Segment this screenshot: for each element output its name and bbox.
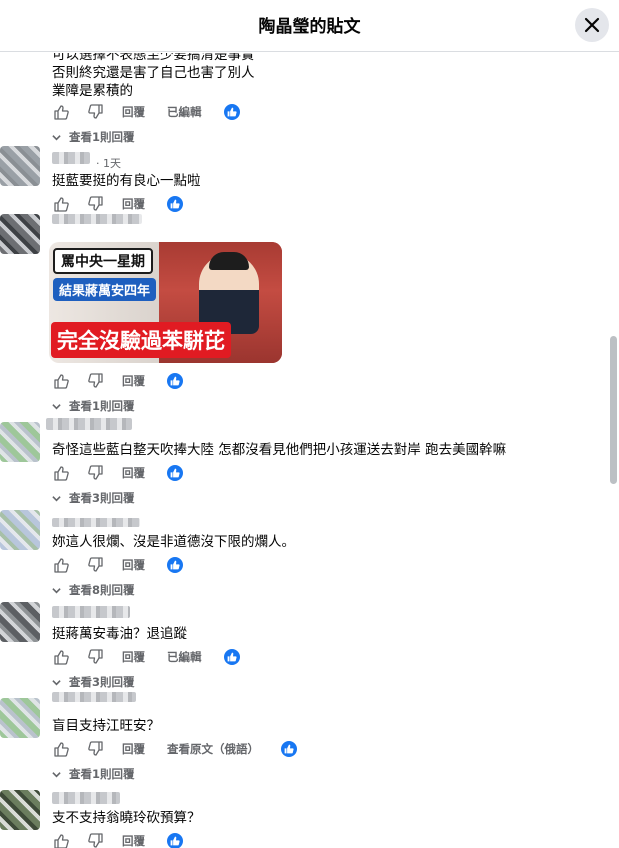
image-caption: 完全沒驗過苯駢芘: [51, 322, 231, 358]
like-reaction-icon[interactable]: [167, 557, 183, 573]
chevron-down-icon: [52, 587, 61, 593]
comment-time-label: 1天: [103, 157, 121, 170]
thumbs-up-icon[interactable]: [52, 740, 70, 758]
commenter-name[interactable]: [52, 214, 142, 224]
reply-button[interactable]: 回覆: [122, 196, 145, 212]
thumbs-up-icon[interactable]: [52, 464, 70, 482]
comment-text: 妳這人很爛、沒是非道德沒下限的爛人。: [52, 534, 295, 550]
reply-button[interactable]: 回覆: [122, 373, 145, 389]
reply-button[interactable]: 回覆: [122, 833, 145, 848]
thumbs-down-icon[interactable]: [87, 740, 105, 758]
thumbs-up-icon[interactable]: [52, 832, 70, 848]
chevron-down-icon: [52, 495, 61, 501]
avatar[interactable]: [0, 698, 40, 738]
thumbs-down-icon[interactable]: [87, 103, 105, 121]
comment-time[interactable]: · 1天: [96, 155, 121, 171]
thumbs-up-icon[interactable]: [52, 372, 70, 390]
view-replies-link[interactable]: 查看3則回覆: [52, 490, 135, 506]
comment-text: 奇怪這些藍白整天吹捧大陸 怎都沒看見他們把小孩運送去對岸 跑去美國幹嘛: [52, 442, 507, 458]
view-replies-label: 查看1則回覆: [69, 767, 135, 781]
thumbs-up-icon[interactable]: [52, 648, 70, 666]
reply-button[interactable]: 回覆: [122, 649, 145, 665]
comment-actions: 回覆: [52, 464, 183, 482]
like-reaction-icon[interactable]: [281, 741, 297, 757]
reply-button[interactable]: 回覆: [122, 465, 145, 481]
reply-button[interactable]: 回覆: [122, 741, 145, 757]
comment-text: 挺蔣萬安毒油？退追蹤: [52, 626, 187, 642]
like-reaction-icon[interactable]: [167, 465, 183, 481]
comment-line: 業障是累積的: [52, 83, 133, 99]
image-caption: 結果蔣萬安四年: [53, 278, 157, 301]
avatar[interactable]: [0, 790, 40, 830]
view-replies-label: 查看3則回覆: [69, 491, 135, 505]
avatar[interactable]: [0, 146, 40, 186]
like-reaction-icon[interactable]: [167, 833, 183, 848]
edited-label: 已編輯: [167, 650, 202, 664]
edited-label: 已編輯: [167, 105, 202, 119]
thumbs-up-icon[interactable]: [52, 556, 70, 574]
commenter-name[interactable]: [52, 692, 136, 702]
view-replies-link[interactable]: 查看1則回覆: [52, 766, 135, 782]
thumbs-down-icon[interactable]: [87, 556, 105, 574]
see-original-button[interactable]: 查看原文（俄語）: [167, 741, 259, 757]
comments-feed[interactable]: 可以選擇不表態至少要搞清楚事實 否則終究還是害了自己也害了別人 業障是累積的 回…: [0, 52, 607, 848]
like-reaction-icon[interactable]: [167, 373, 183, 389]
like-reaction-icon[interactable]: [223, 104, 240, 120]
like-reaction-icon[interactable]: [167, 196, 183, 212]
view-replies-label: 查看1則回覆: [69, 399, 135, 413]
comment-text: 盲目支持江旺安？: [52, 718, 160, 734]
like-reaction-icon[interactable]: [223, 649, 240, 665]
comment-actions: 回覆 已編輯: [52, 648, 240, 666]
reply-button[interactable]: 回覆: [122, 557, 145, 573]
thumbs-down-icon[interactable]: [87, 372, 105, 390]
dialog-title: 陶晶瑩的貼文: [258, 17, 361, 37]
thumbs-down-icon[interactable]: [87, 464, 105, 482]
avatar[interactable]: [0, 214, 40, 254]
view-replies-link[interactable]: 查看3則回覆: [52, 674, 135, 690]
dialog-header: 陶晶瑩的貼文: [0, 0, 619, 52]
avatar[interactable]: [0, 602, 40, 642]
commenter-name[interactable]: [52, 518, 140, 527]
comment-actions: 回覆 已編輯: [52, 103, 240, 121]
thumbs-down-icon[interactable]: [87, 195, 105, 213]
comment-line: 否則終究還是害了自己也害了別人: [52, 65, 255, 81]
comment-actions: 回覆: [52, 195, 183, 213]
thumbs-down-icon[interactable]: [87, 832, 105, 848]
view-replies-link[interactable]: 查看1則回覆: [52, 129, 135, 145]
comment-actions: 回覆: [52, 556, 183, 574]
comment-actions: 回覆: [52, 832, 183, 848]
comment-text: 可以選擇不表態至少要搞清楚事實 否則終究還是害了自己也害了別人 業障是累積的: [52, 52, 452, 100]
image-caption: 罵中央一星期: [53, 248, 153, 274]
chevron-down-icon: [52, 403, 61, 409]
scrollbar-thumb[interactable]: [610, 336, 617, 484]
avatar[interactable]: [0, 422, 40, 462]
thumbs-down-icon[interactable]: [87, 648, 105, 666]
comment-text: 挺藍要挺的有良心一點啦: [52, 173, 201, 189]
view-replies-label: 查看8則回覆: [69, 583, 135, 597]
comment-actions: 回覆 查看原文（俄語）: [52, 740, 297, 758]
view-replies-label: 查看3則回覆: [69, 675, 135, 689]
thumbs-up-icon[interactable]: [52, 195, 70, 213]
commenter-name[interactable]: [46, 418, 132, 430]
comment-image[interactable]: 罵中央一星期 結果蔣萬安四年 完全沒驗過苯駢芘: [49, 242, 282, 363]
view-replies-label: 查看1則回覆: [69, 130, 135, 144]
chevron-down-icon: [52, 134, 61, 140]
view-replies-link[interactable]: 查看8則回覆: [52, 582, 135, 598]
close-icon: [584, 17, 600, 33]
chevron-down-icon: [52, 679, 61, 685]
view-replies-link[interactable]: 查看1則回覆: [52, 398, 135, 414]
comment-line: 可以選擇不表態至少要搞清楚事實: [52, 52, 255, 63]
thumbs-up-icon[interactable]: [52, 103, 70, 121]
commenter-name[interactable]: [52, 792, 120, 804]
avatar[interactable]: [0, 510, 40, 550]
close-button[interactable]: [575, 8, 609, 42]
reply-button[interactable]: 回覆: [122, 104, 145, 120]
commenter-name[interactable]: [52, 606, 130, 618]
comment-text: 支不支持翁曉玲砍預算？: [52, 810, 201, 826]
comment-actions: 回覆: [52, 372, 183, 390]
chevron-down-icon: [52, 771, 61, 777]
commenter-name[interactable]: [52, 152, 90, 164]
